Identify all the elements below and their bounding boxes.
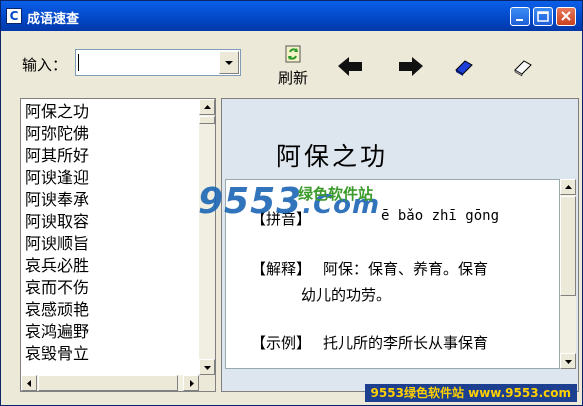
white-eraser-button[interactable] [512,43,536,89]
blue-eraser-button[interactable] [453,43,477,89]
list-item[interactable]: 哀感顽艳 [25,299,89,321]
combo-dropdown-button[interactable] [219,51,239,74]
scroll-corner [199,375,215,391]
detail-vertical-scrollbar[interactable] [560,179,576,369]
list-horizontal-scrollbar[interactable] [21,375,199,391]
white-eraser-icon [514,60,532,77]
scroll-right-button[interactable] [183,375,199,391]
list-item[interactable]: 哀毁骨立 [25,343,89,365]
list-vertical-scrollbar[interactable] [199,99,215,375]
title-bar[interactable]: C 成语速查 [1,1,582,31]
list-item[interactable]: 哀兵必胜 [25,255,89,277]
detail-scroll-up-button[interactable] [560,179,576,195]
text-caret [78,54,79,71]
blue-eraser-icon [455,60,473,76]
list-item[interactable]: 哀而不伤 [25,277,89,299]
app-window: C 成语速查 输入： 刷新 阿保之功 阿弥陀佛 阿其所好 阿谀逢迎 阿谀奉承 阿… [0,0,583,406]
list-item[interactable]: 阿弥陀佛 [25,123,89,145]
refresh-button[interactable]: 刷新 [273,43,315,89]
detail-vscroll-thumb[interactable] [560,196,576,296]
search-combobox[interactable] [75,49,241,76]
detail-panel: 阿保之功 【拼音】 ē bǎo zhī gōng 【解释】 阿保：保育、养育。保… [221,98,579,392]
example-line-1: 托儿所的李所长从事保育 [323,334,489,352]
minimize-button[interactable] [510,7,530,26]
list-item[interactable]: 阿谀逢迎 [25,167,89,189]
scroll-down-button[interactable] [199,359,215,375]
explain-tag: 【解释】 [251,260,312,278]
scroll-up-button[interactable] [199,99,215,115]
watermark-subtitle: 绿色软件站 [298,185,374,203]
list-item[interactable]: 阿其所好 [25,145,89,167]
back-arrow-icon [338,57,362,76]
example-tag: 【示例】 [251,334,312,352]
refresh-icon [285,45,301,63]
forward-arrow-icon [399,57,423,76]
explain-line-1: 阿保：保育、养育。保育 [323,260,489,278]
idiom-headword: 阿保之功 [276,142,389,171]
list-item[interactable]: 阿谀顺旨 [25,233,89,255]
maximize-button[interactable] [533,7,553,26]
list-item[interactable]: 阿谀奉承 [25,189,89,211]
list-item[interactable]: 阿保之功 [25,101,89,123]
window-title: 成语速查 [27,12,80,27]
app-icon: C [6,8,22,24]
idiom-list[interactable]: 阿保之功 阿弥陀佛 阿其所好 阿谀逢迎 阿谀奉承 阿谀取容 阿谀顺旨 哀兵必胜 … [20,98,216,392]
back-button[interactable] [336,43,366,89]
scroll-left-button[interactable] [21,375,37,391]
forward-button[interactable] [395,43,425,89]
list-item[interactable]: 阿谀取容 [25,211,89,233]
explain-line-2: 幼儿的功劳。 [301,286,392,304]
refresh-label: 刷新 [277,69,308,87]
close-button[interactable] [556,7,576,26]
list-hscroll-thumb[interactable] [38,375,178,391]
watermark-footer: 9553绿色软件站 www.9553.com [364,384,577,402]
list-vscroll-thumb[interactable] [199,116,215,124]
list-item[interactable]: 哀鸿遍野 [25,321,89,343]
detail-scroll-down-button[interactable] [560,353,576,369]
input-label: 输入： [22,56,68,74]
pinyin-text: ē bǎo zhī gōng [381,208,500,224]
